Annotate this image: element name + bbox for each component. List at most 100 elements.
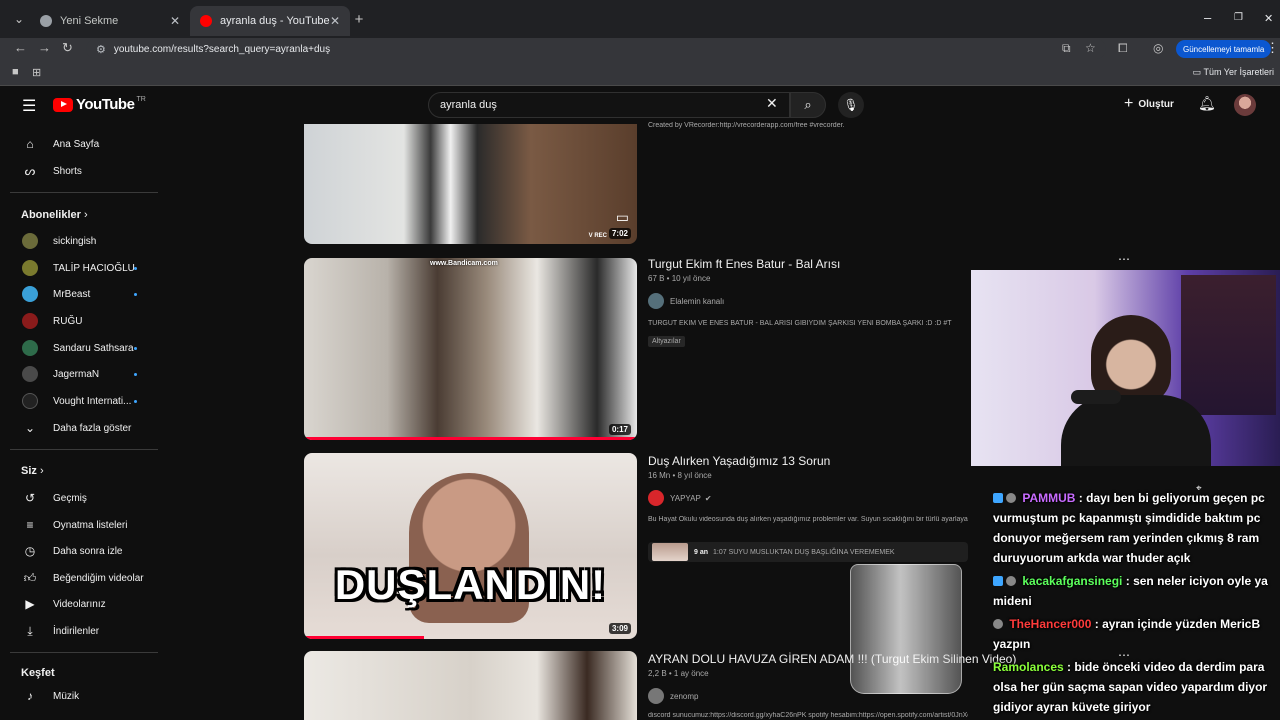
sidebar-sub-item[interactable]: RUĞU <box>0 308 160 334</box>
tab-label: Yeni Sekme <box>60 15 119 27</box>
forward-icon[interactable]: → <box>38 40 51 55</box>
bookmark-star-icon[interactable]: ☆ <box>1085 41 1096 55</box>
apps-grid-icon[interactable]: ⊞ <box>32 66 41 79</box>
sidebar-item-liked-videos[interactable]: 👍︎ Beğendiğim videolar <box>0 565 160 591</box>
video-thumbnail[interactable] <box>304 651 637 720</box>
video-icon: ▶ <box>25 597 35 611</box>
chat-message: PAMMUB : dayı ben bi geliyorum geçen pc … <box>993 488 1280 568</box>
channel-name: zenomp <box>670 691 699 701</box>
divider <box>10 192 158 193</box>
sidebar-item-label: RUĞU <box>53 315 83 327</box>
notifications-icon[interactable]: 🔔︎ <box>1198 95 1216 112</box>
webcam-overlay <box>971 270 1280 466</box>
channel-avatar <box>22 233 38 249</box>
menu-icon[interactable]: ☰ <box>22 96 36 116</box>
video-meta: 2,2 B • 1 ay önce <box>648 669 709 678</box>
voice-search-button[interactable]: 🎙︎ <box>838 92 864 118</box>
video-description: discord sunucumuz:https://discord.gg/xyh… <box>648 712 968 719</box>
minimize-icon[interactable]: – <box>1204 10 1211 25</box>
sidebar-item-label: Ana Sayfa <box>53 138 100 150</box>
search-icon: ⌕ <box>804 97 812 112</box>
key-moment-chapter[interactable]: 9 an 1:07 SUYU MUSLUKTAN DUŞ BAŞLIĞINA V… <box>648 542 968 562</box>
chat-badge-icon <box>993 493 1003 503</box>
shorts-icon: ᔕ <box>24 164 36 178</box>
clear-search-icon[interactable]: ✕ <box>766 95 778 112</box>
chat-username: PAMMUB <box>1022 491 1076 505</box>
update-button[interactable]: Güncellemeyi tamamla <box>1176 40 1272 58</box>
chat-message: kacakafgansinegi : sen neler iciyon oyle… <box>993 571 1280 611</box>
sidebar-item-shorts[interactable]: ᔕ Shorts <box>0 158 160 184</box>
glass-overlay-image <box>850 564 962 694</box>
video-channel[interactable]: zenomp <box>648 688 698 704</box>
stream-chat-overlay: PAMMUB : dayı ben bi geliyorum geçen pc … <box>993 488 1280 720</box>
close-window-icon[interactable]: ✕ <box>1264 12 1273 25</box>
all-bookmarks-button[interactable]: ▭ Tüm Yer İşaretleri <box>1193 67 1274 78</box>
channel-avatar <box>22 260 38 276</box>
sidebar-item-your-videos[interactable]: ▶ Videolarınız <box>0 591 160 617</box>
explore-header: Keşfet <box>21 667 55 679</box>
reload-icon[interactable]: ↻ <box>62 40 73 56</box>
more-options-icon[interactable]: ⋯ <box>1118 252 1130 266</box>
watch-progress-bar <box>304 636 424 639</box>
chat-username: TheHancer000 <box>1009 617 1092 631</box>
video-channel[interactable]: YAPYAP ✔ <box>648 490 712 506</box>
streamer-body <box>1061 395 1211 466</box>
tab-new-tab[interactable]: Yeni Sekme ✕ <box>30 6 190 36</box>
profile-icon[interactable]: ◎ <box>1153 41 1163 55</box>
thumbs-up-icon: 👍︎ <box>23 570 37 585</box>
close-tab-icon[interactable]: ✕ <box>330 14 340 28</box>
channel-avatar <box>22 313 38 329</box>
browser-menu-icon[interactable]: ⋮ <box>1266 40 1279 56</box>
youtube-logo[interactable]: YouTube TR <box>53 96 146 113</box>
video-duration: 0:17 <box>608 424 631 435</box>
tab-search-icon[interactable]: ⌄ <box>8 8 30 30</box>
video-thumbnail[interactable]: ▭ V REC 7:02 <box>304 124 637 244</box>
channel-avatar <box>22 286 38 302</box>
tab-youtube[interactable]: ayranla duş - YouTube ✕ <box>190 6 350 36</box>
sidebar-item-watch-later[interactable]: ◷ Daha sonra izle <box>0 538 160 564</box>
sidebar-item-label: İndirilenler <box>53 625 100 637</box>
sidebar-item-label: Vought Internati... <box>53 395 132 407</box>
sidebar-item-downloads[interactable]: ⤓ İndirilenler <box>0 618 160 644</box>
sidebar-item-label: sickingish <box>53 235 97 247</box>
history-icon: ↺ <box>24 491 36 505</box>
sidebar-sub-item[interactable]: sickingish <box>0 228 160 254</box>
sidebar-item-label: Videolarınız <box>53 598 106 610</box>
create-button[interactable]: + Oluştur <box>1124 95 1174 113</box>
install-app-icon[interactable]: ⧉ <box>1062 41 1071 56</box>
site-settings-icon[interactable]: ⚙ <box>96 43 106 56</box>
close-tab-icon[interactable]: ✕ <box>170 14 180 28</box>
sidebar-item-label: Sandaru Sathsara <box>53 342 134 354</box>
channel-avatar <box>648 688 664 704</box>
account-avatar[interactable] <box>1234 94 1256 116</box>
chat-badge-icon <box>993 576 1003 586</box>
video-thumbnail[interactable]: DUŞLANDIN! 3:09 <box>304 453 637 639</box>
video-meta: 67 B • 10 yıl önce <box>648 274 711 283</box>
new-content-dot <box>134 347 137 350</box>
logo-text: YouTube <box>76 96 135 113</box>
sidebar-item-history[interactable]: ↺ Geçmiş <box>0 485 160 511</box>
back-icon[interactable]: ← <box>14 40 27 55</box>
sidebar-show-more[interactable]: ⌄ Daha fazla göster <box>0 415 160 441</box>
country-code: TR <box>136 96 146 103</box>
sidebar-item-home[interactable]: ⌂ Ana Sayfa <box>0 131 160 157</box>
tab-groups-icon[interactable]: ■ <box>12 66 19 78</box>
you-header[interactable]: Siz › <box>21 465 44 477</box>
new-tab-icon[interactable]: + <box>348 8 370 30</box>
new-content-dot <box>134 267 137 270</box>
sidebar-item-music[interactable]: ♪ Müzik <box>0 683 160 709</box>
video-channel[interactable]: Elalemin kanalı <box>648 293 724 309</box>
video-title[interactable]: Turgut Ekim ft Enes Batur - Bal Arısı <box>648 257 840 271</box>
url-field[interactable]: ⚙ youtube.com/results?search_query=ayran… <box>86 39 1106 59</box>
extensions-icon[interactable]: ⧠ <box>1118 41 1128 56</box>
video-thumbnail[interactable]: www.Bandicam.com 0:17 <box>304 258 637 440</box>
restore-icon[interactable]: ❐ <box>1234 12 1243 23</box>
you-header-label: Siz <box>21 465 37 477</box>
search-button[interactable]: ⌕ <box>790 92 826 118</box>
video-title[interactable]: Duş Alırken Yaşadığımız 13 Sorun <box>648 454 830 468</box>
sidebar-item-playlists[interactable]: ≡ Oynatma listeleri <box>0 512 160 538</box>
search-input[interactable]: ayranla duş <box>428 92 790 118</box>
channel-avatar <box>648 293 664 309</box>
subscriptions-header[interactable]: Abonelikler › <box>21 209 88 221</box>
thumbnail-watermark: V REC <box>588 233 607 239</box>
